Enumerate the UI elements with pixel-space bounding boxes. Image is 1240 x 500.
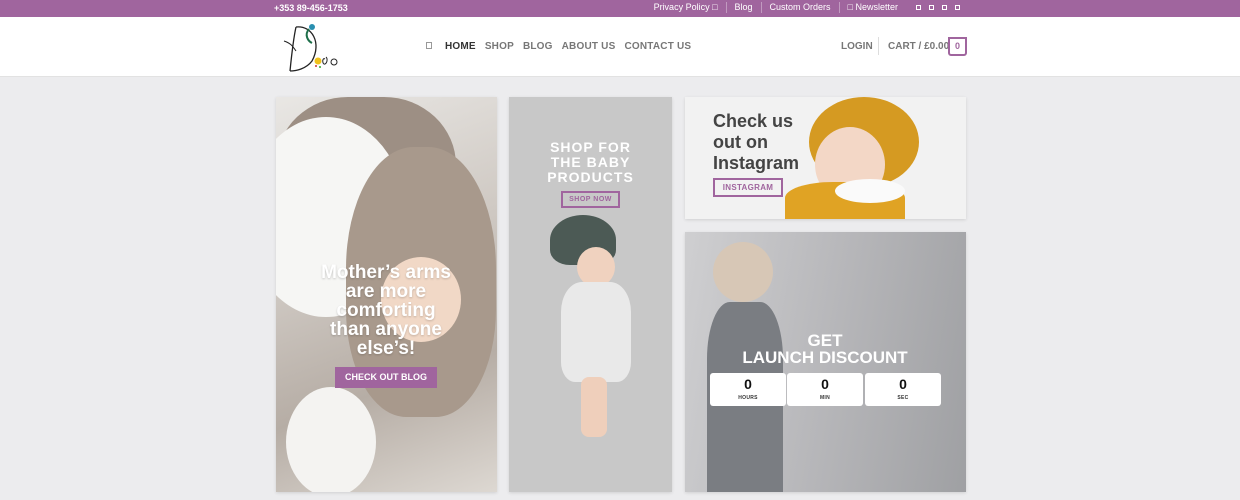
collar-image	[835, 179, 905, 203]
home-icon[interactable]	[426, 42, 432, 49]
instagram-banner[interactable]: Check us out on Instagram INSTAGRAM	[685, 97, 966, 219]
email-icon[interactable]	[955, 5, 960, 10]
check-out-blog-button[interactable]: CHECK OUT BLOG	[335, 367, 437, 388]
countdown-seconds: 0 SEC	[865, 373, 941, 406]
custom-orders-link[interactable]: Custom Orders	[762, 2, 840, 13]
bird-print-dress-image	[561, 282, 631, 382]
blog-banner[interactable]: Mother’s arms are more comforting than a…	[276, 97, 497, 492]
nav-home[interactable]: HOME	[445, 41, 476, 52]
instagram-headline: Check us out on Instagram	[713, 111, 800, 173]
instagram-button[interactable]: INSTAGRAM	[713, 178, 783, 197]
nav-contact-us[interactable]: CONTACT US	[624, 41, 691, 52]
countdown-minutes: 0 MIN	[787, 373, 863, 406]
instagram-icon[interactable]	[929, 5, 934, 10]
newsletter-link[interactable]: □ Newsletter	[840, 2, 906, 13]
cart-count-badge[interactable]: 0	[948, 37, 967, 56]
shop-headline: SHOP FOR THE BABY PRODUCTS	[547, 139, 634, 185]
facebook-icon[interactable]	[916, 5, 921, 10]
dodo-logo[interactable]	[282, 21, 344, 75]
teddy-bear-image	[286, 387, 376, 492]
shop-now-button[interactable]: SHOP NOW	[561, 191, 620, 208]
top-bar: +353 89-456-1753 Privacy Policy □ Blog C…	[0, 0, 1240, 17]
blog-top-link[interactable]: Blog	[727, 2, 762, 13]
blog-headline: Mother’s arms are more comforting than a…	[321, 262, 451, 359]
social-icons	[906, 5, 964, 10]
twitter-icon[interactable]	[942, 5, 947, 10]
boy-head-image	[713, 242, 773, 302]
top-links: Privacy Policy □ Blog Custom Orders □ Ne…	[646, 2, 964, 13]
site-header: HOME SHOP BLOG ABOUT US CONTACT US LOGIN…	[0, 17, 1240, 77]
toddler-legs-image	[581, 377, 607, 437]
cart-link[interactable]: CART / £0.00	[888, 41, 949, 52]
toddler-face-image	[577, 247, 615, 287]
nav-blog[interactable]: BLOG	[523, 41, 553, 52]
shop-banner[interactable]: SHOP FOR THE BABY PRODUCTS SHOP NOW	[509, 97, 672, 492]
launch-discount-banner[interactable]: GET LAUNCH DISCOUNT 0 HOURS 0 MIN 0 SEC	[685, 232, 966, 492]
nav-about-us[interactable]: ABOUT US	[562, 41, 616, 52]
phone-number[interactable]: +353 89-456-1753	[274, 3, 348, 13]
header-divider	[878, 37, 879, 55]
discount-headline: GET LAUNCH DISCOUNT	[742, 331, 908, 367]
nav-shop[interactable]: SHOP	[485, 41, 514, 52]
privacy-policy-link[interactable]: Privacy Policy □	[646, 2, 727, 13]
main-nav: HOME SHOP BLOG ABOUT US CONTACT US	[426, 41, 691, 52]
login-link[interactable]: LOGIN	[841, 41, 873, 52]
countdown-hours: 0 HOURS	[710, 373, 786, 406]
